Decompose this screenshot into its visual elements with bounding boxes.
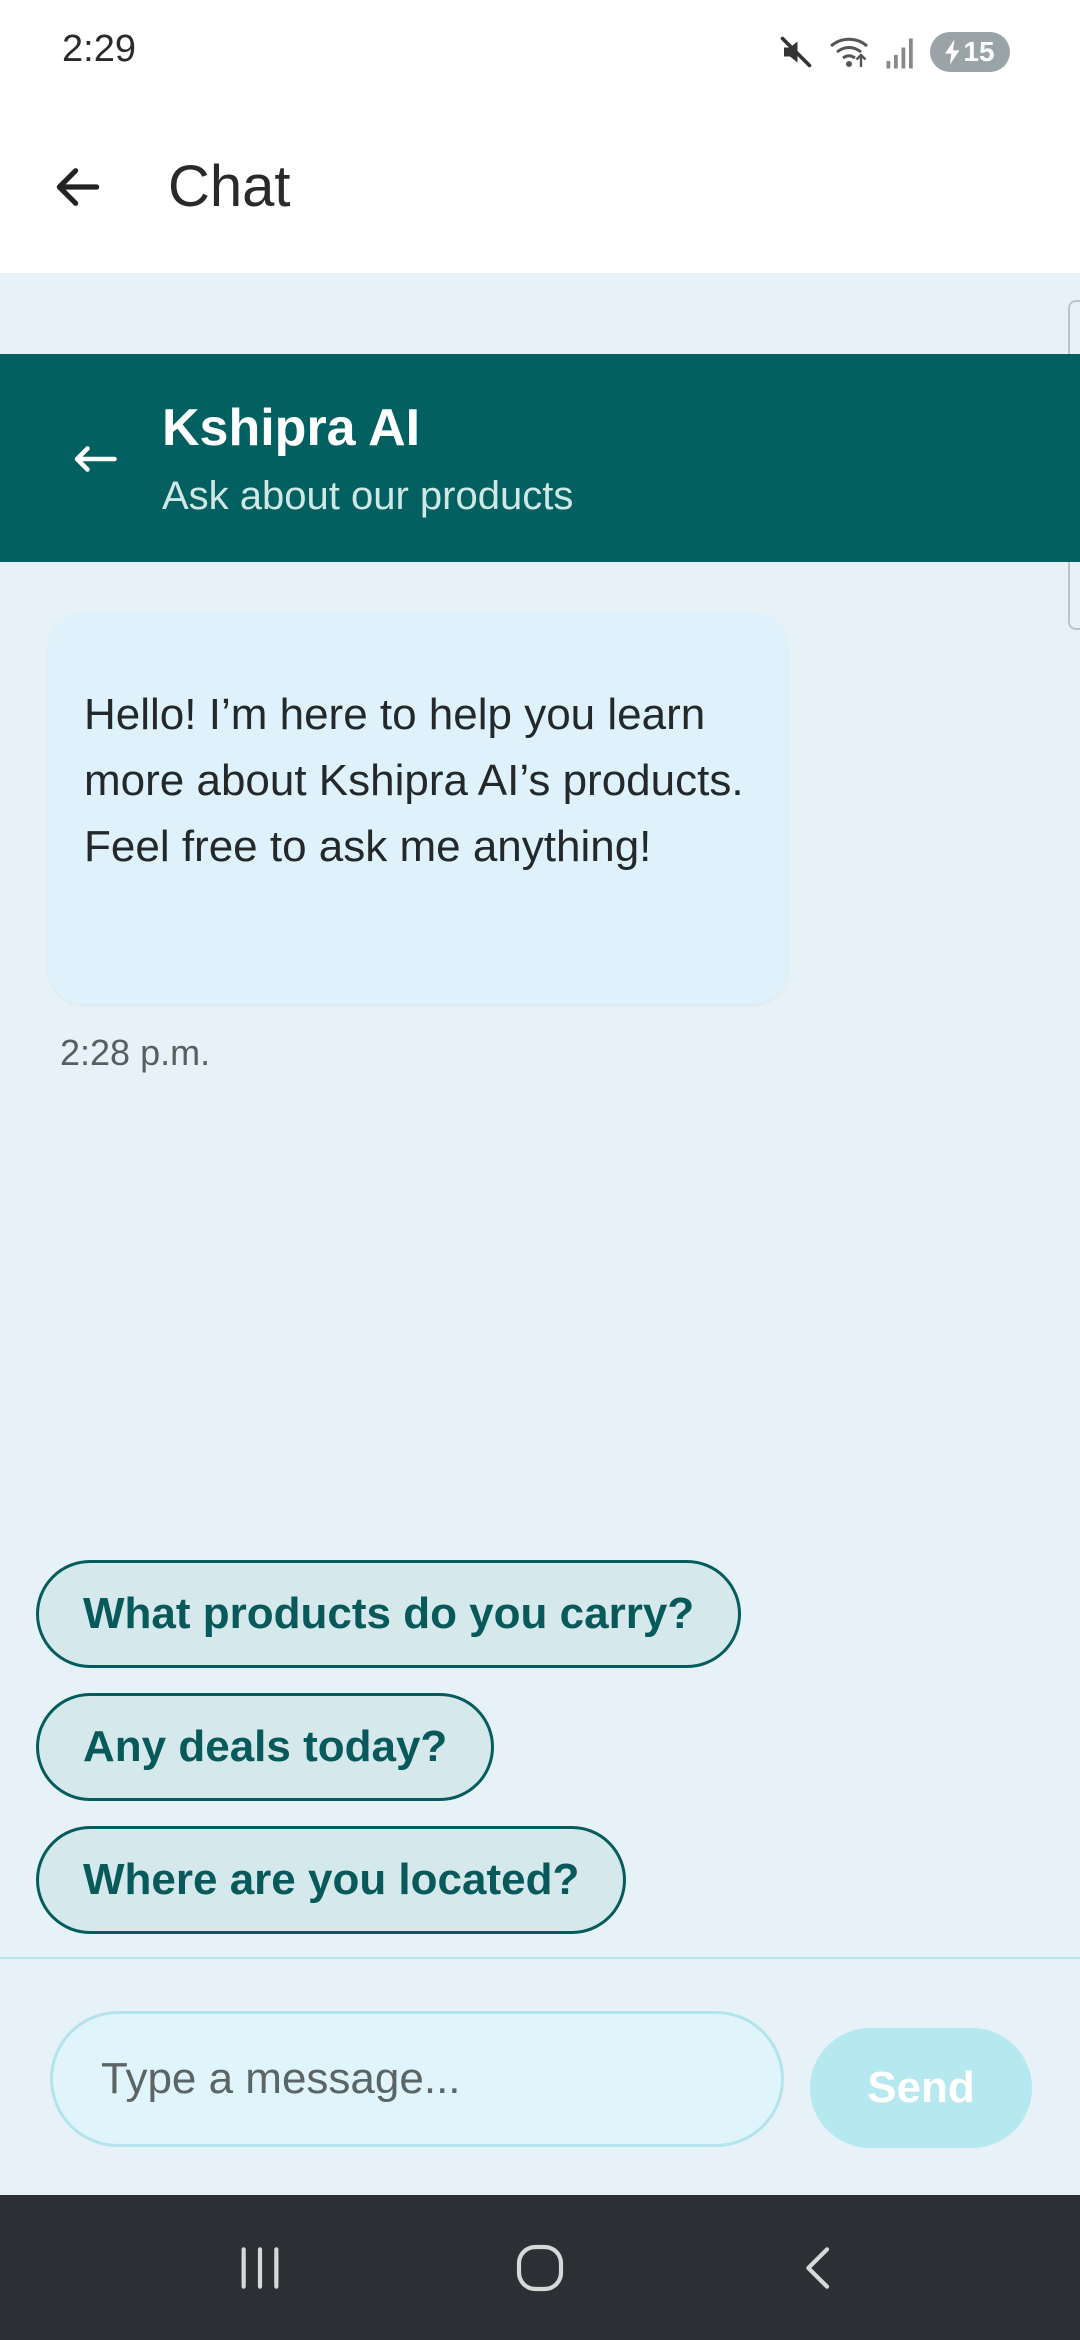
- arrow-left-icon: [74, 446, 117, 472]
- battery-level: 15: [963, 36, 995, 67]
- recents-button[interactable]: [200, 2218, 320, 2318]
- home-icon: [516, 2244, 564, 2291]
- chat-title: Kshipra AI: [162, 399, 421, 457]
- app-bar: Chat: [0, 100, 1080, 273]
- message-timestamp: 2:28 p.m.: [60, 1032, 211, 1073]
- recents-icon: [241, 2246, 279, 2289]
- suggestion-chip[interactable]: Where are you located?: [36, 1826, 627, 1934]
- composer: Send: [0, 1957, 1080, 2195]
- page-title: Chat: [168, 154, 291, 219]
- signal-icon: [886, 38, 913, 69]
- nav-back-button[interactable]: [760, 2218, 880, 2318]
- chat-header: Kshipra AI Ask about our products: [0, 354, 1080, 562]
- chat-back-button[interactable]: [60, 424, 130, 494]
- suggestion-chip[interactable]: What products do you carry?: [36, 1560, 742, 1668]
- home-button[interactable]: [480, 2218, 600, 2318]
- status-time: 2:29: [62, 28, 136, 70]
- bolt-icon: [945, 39, 960, 65]
- mute-icon: [780, 36, 812, 68]
- wifi-icon: [830, 37, 868, 67]
- back-icon: [806, 2246, 830, 2289]
- battery-charging-icon: 15: [930, 32, 1010, 72]
- suggestion-chip[interactable]: Any deals today?: [36, 1693, 495, 1801]
- message-input[interactable]: [50, 2011, 784, 2147]
- send-button[interactable]: Send: [810, 2028, 1032, 2148]
- status-icons: 15: [778, 30, 1010, 74]
- bot-message: Hello! I’m here to help you learn more a…: [48, 612, 788, 1004]
- arrow-left-icon: [56, 167, 100, 206]
- status-bar: 2:29 15: [0, 0, 1080, 100]
- back-button[interactable]: [38, 147, 118, 227]
- system-nav-bar: [0, 2195, 1080, 2340]
- message-text: Hello! I’m here to help you learn more a…: [84, 690, 744, 871]
- chat-subtitle: Ask about our products: [162, 474, 574, 518]
